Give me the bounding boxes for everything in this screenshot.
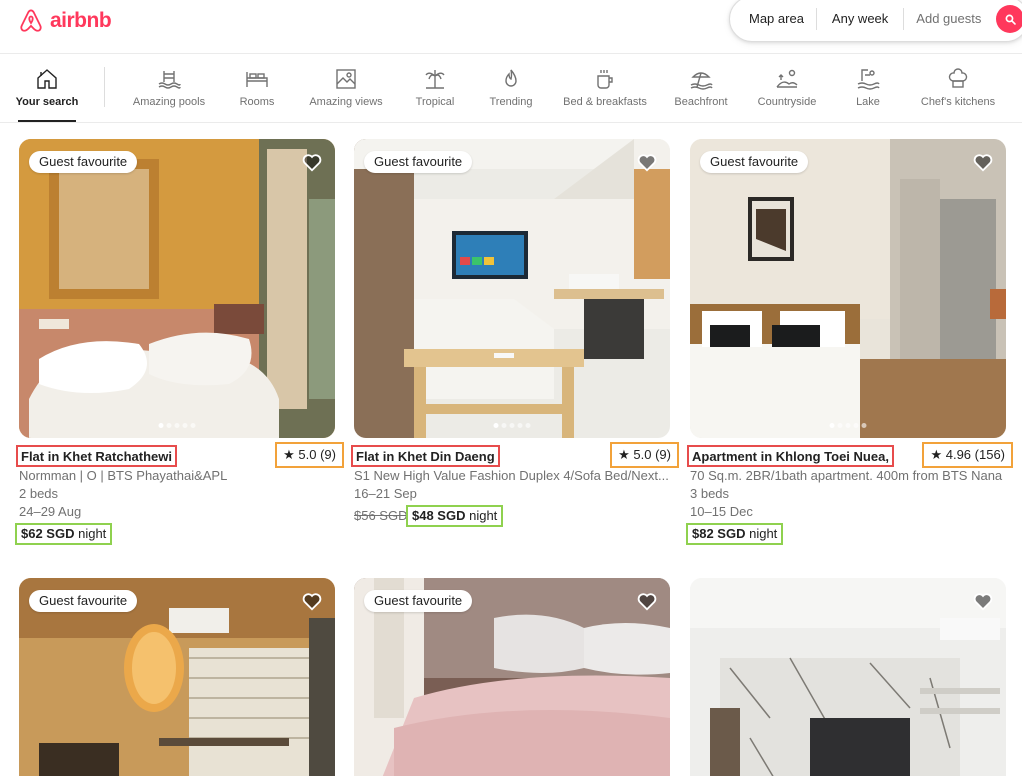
listing-photo[interactable]: Guest favourite bbox=[19, 139, 335, 438]
photo-pagination bbox=[493, 423, 531, 428]
airbnb-logo-icon bbox=[20, 9, 42, 32]
logo-text: airbnb bbox=[50, 9, 112, 32]
tab-label: Tropical bbox=[415, 96, 455, 108]
tab-countryside[interactable]: Countryside bbox=[756, 67, 818, 108]
tab-amazing-views[interactable]: Amazing views bbox=[308, 67, 384, 108]
divider bbox=[104, 67, 105, 107]
listing-subtitle: Normman | O | BTS Phayathai&APL bbox=[19, 468, 228, 483]
tab-label: Countryside bbox=[757, 96, 817, 108]
tab-label: Bed & breakfasts bbox=[563, 96, 647, 108]
marble-living-room-photo bbox=[690, 578, 1006, 776]
lake-icon bbox=[857, 69, 880, 90]
home-icon bbox=[37, 69, 57, 89]
apartment-bedroom-photo bbox=[690, 139, 1006, 438]
listing-card[interactable]: Guest favourite Apartment in Khlong Toei… bbox=[686, 139, 1013, 545]
listing-photo[interactable] bbox=[690, 578, 1006, 776]
tab-rooms[interactable]: Rooms bbox=[238, 67, 276, 108]
tab-label: Your search bbox=[15, 96, 79, 108]
listing-card[interactable]: Guest favourite bbox=[354, 578, 670, 776]
beach-icon bbox=[690, 72, 713, 90]
listing-rating: ★ 5.0 (9) bbox=[275, 442, 344, 468]
listing-photo[interactable]: Guest favourite bbox=[19, 578, 335, 776]
listing-rating: ★ 4.96 (156) bbox=[922, 442, 1013, 468]
tab-label: Rooms bbox=[239, 96, 275, 108]
listing-dates: 16–21 Sep bbox=[354, 486, 417, 501]
guest-favourite-badge: Guest favourite bbox=[364, 151, 473, 173]
listing-card[interactable] bbox=[690, 578, 1006, 776]
price-amount: $82 SGD bbox=[692, 526, 746, 541]
price-suffix: night bbox=[465, 508, 498, 523]
tab-label: Chef's kitchens bbox=[920, 96, 996, 108]
countryside-icon bbox=[776, 69, 798, 88]
listing-photo[interactable]: Guest favourite bbox=[354, 578, 670, 776]
listing-photo[interactable]: Guest favourite bbox=[354, 139, 670, 438]
flame-icon bbox=[505, 69, 517, 87]
listing-card[interactable]: Guest favourite Flat in Khet Ratchathewi… bbox=[15, 139, 344, 545]
price-amount: $62 SGD bbox=[21, 526, 75, 541]
listing-dates: 10–15 Dec bbox=[690, 504, 753, 519]
tab-bed-and-breakfasts[interactable]: Bed & breakfasts bbox=[562, 67, 648, 108]
tab-tropical[interactable]: Tropical bbox=[414, 67, 456, 108]
header: airbnb Map area Any week Add guests bbox=[0, 0, 1022, 54]
heart-icon[interactable] bbox=[972, 151, 994, 173]
search-icon bbox=[1005, 14, 1016, 25]
heart-icon[interactable] bbox=[301, 590, 323, 612]
view-icon bbox=[336, 69, 356, 89]
listing-subtitle: 70 Sq.m. 2BR/1bath apartment. 400m from … bbox=[690, 468, 1003, 483]
map-area-button[interactable]: Map area bbox=[730, 8, 817, 30]
tab-lake[interactable]: Lake bbox=[856, 67, 880, 108]
photo-pagination bbox=[829, 423, 867, 428]
tab-your-search[interactable]: Your search bbox=[15, 67, 79, 122]
guest-favourite-badge: Guest favourite bbox=[700, 151, 809, 173]
heart-icon[interactable] bbox=[636, 151, 658, 173]
listing-price: $62 SGD night bbox=[15, 523, 113, 545]
guest-favourite-badge: Guest favourite bbox=[29, 151, 138, 173]
listing-subtitle: S1 New High Value Fashion Duplex 4/Sofa … bbox=[354, 468, 669, 483]
tab-label: Lake bbox=[856, 96, 880, 108]
listing-old-price: $56 SGD bbox=[354, 508, 408, 523]
tab-chefs-kitchens[interactable]: Chef's kitchens bbox=[920, 67, 996, 108]
listing-price: $48 SGD night bbox=[406, 505, 504, 527]
palm-icon bbox=[425, 70, 445, 89]
listing-beds: 3 beds bbox=[690, 486, 730, 501]
listing-title: Flat in Khet Ratchathewi bbox=[16, 445, 177, 467]
living-room-photo bbox=[354, 139, 670, 438]
guest-favourite-badge: Guest favourite bbox=[364, 590, 473, 612]
listing-title: Flat in Khet Din Daeng bbox=[351, 445, 500, 467]
heart-icon[interactable] bbox=[636, 590, 658, 612]
listing-beds: 2 beds bbox=[19, 486, 59, 501]
pool-icon bbox=[158, 71, 181, 89]
listing-dates: 24–29 Aug bbox=[19, 504, 82, 519]
category-bar: Your search Amazing pools Rooms Amazing … bbox=[0, 55, 1022, 123]
listing-card[interactable]: Guest favourite bbox=[19, 578, 335, 776]
search-bar[interactable]: Map area Any week Add guests bbox=[729, 0, 1022, 42]
tab-label: Amazing pools bbox=[132, 96, 206, 108]
tab-trending[interactable]: Trending bbox=[488, 67, 534, 108]
tab-label: Amazing views bbox=[309, 96, 383, 108]
add-guests-button[interactable]: Add guests bbox=[904, 8, 993, 30]
bedroom-photo bbox=[19, 139, 335, 438]
tab-label: Trending bbox=[489, 96, 533, 108]
tab-beachfront[interactable]: Beachfront bbox=[673, 67, 729, 108]
photo-pagination bbox=[158, 423, 196, 428]
listing-photo[interactable]: Guest favourite bbox=[690, 139, 1006, 438]
listing-price: $82 SGD night bbox=[686, 523, 784, 545]
mug-icon bbox=[597, 70, 613, 89]
tab-amazing-pools[interactable]: Amazing pools bbox=[132, 67, 206, 108]
listing-title: Apartment in Khlong Toei Nuea, bbox=[687, 445, 894, 467]
listing-card[interactable]: Guest favourite Flat in Khet Din Daeng ★… bbox=[351, 139, 679, 527]
bed-icon bbox=[246, 72, 268, 87]
airbnb-logo[interactable]: airbnb bbox=[18, 6, 112, 36]
search-button[interactable] bbox=[996, 5, 1022, 33]
chef-hat-icon bbox=[948, 68, 968, 88]
tab-label: Beachfront bbox=[674, 96, 728, 108]
price-suffix: night bbox=[74, 526, 107, 541]
any-week-button[interactable]: Any week bbox=[817, 8, 905, 30]
price-amount: $48 SGD bbox=[412, 508, 466, 523]
price-suffix: night bbox=[745, 526, 778, 541]
heart-icon[interactable] bbox=[972, 590, 994, 612]
listing-rating: ★ 5.0 (9) bbox=[610, 442, 679, 468]
heart-icon[interactable] bbox=[301, 151, 323, 173]
guest-favourite-badge: Guest favourite bbox=[29, 590, 138, 612]
